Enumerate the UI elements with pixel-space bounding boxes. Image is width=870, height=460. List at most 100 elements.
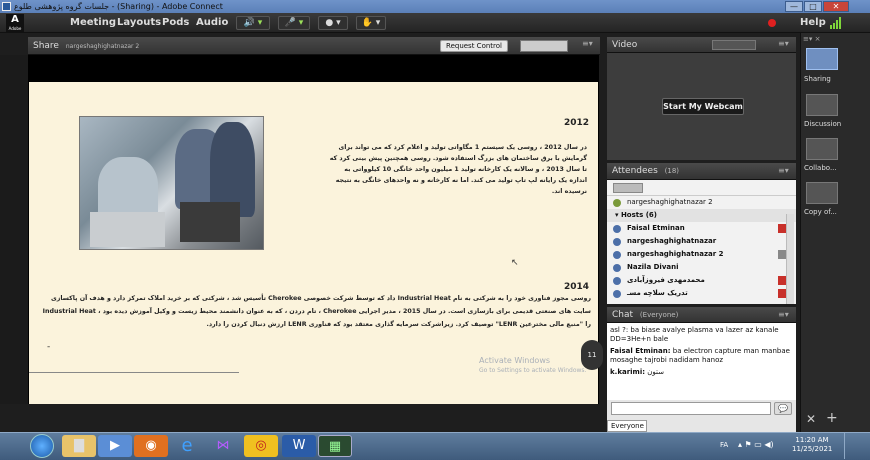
- system-tray-icons[interactable]: ▴ ⚑ ▭ ◀): [738, 440, 788, 449]
- watermark-line2: Go to Settings to activate Windows.: [479, 367, 587, 374]
- status-button[interactable]: ✋ ▾: [356, 16, 386, 30]
- microphone-button[interactable]: 🎤 ▾: [278, 16, 310, 30]
- chat-message: asl ?: ba biase avalye plasma va lazer a…: [610, 326, 793, 344]
- page-number-badge[interactable]: 11: [581, 340, 603, 370]
- rail-menu-icon[interactable]: ≡▾ ×: [803, 35, 865, 43]
- chrome-icon[interactable]: ◎: [244, 435, 278, 457]
- layout-sharing-label[interactable]: Sharing: [804, 75, 831, 83]
- speaker-button[interactable]: 🔊 ▾: [236, 16, 270, 30]
- share-view-controls[interactable]: [520, 40, 568, 52]
- user-icon: [613, 238, 621, 246]
- layout-collaboration-label[interactable]: Collabo...: [804, 164, 837, 172]
- layout-sharing-thumb[interactable]: [806, 48, 838, 70]
- record-indicator-icon[interactable]: [768, 19, 776, 27]
- layouts-rail: [800, 33, 870, 432]
- visual-studio-icon[interactable]: ⋈: [206, 435, 240, 457]
- attendees-pod-menu-icon[interactable]: ≡▾: [778, 166, 792, 176]
- chat-sender: Faisal Etminan:: [610, 347, 671, 355]
- slide-footer-rule: [29, 372, 239, 373]
- add-layout-icon[interactable]: +: [826, 410, 838, 426]
- attendee-name: nargeshaghighatnazar 2: [627, 250, 724, 258]
- attendee-row[interactable]: تدریک سلاحِه مسـ: [607, 287, 796, 300]
- maximize-button[interactable]: □: [804, 1, 822, 12]
- menu-layouts[interactable]: Layouts: [117, 13, 161, 33]
- speech-bubble-icon: 💬: [778, 404, 788, 413]
- attendee-row[interactable]: nargeshaghighatnazar: [607, 235, 796, 248]
- attendees-scrollbar[interactable]: [786, 214, 794, 304]
- close-button[interactable]: ✕: [823, 1, 849, 12]
- hosts-group-header[interactable]: ▾ Hosts (6): [607, 209, 796, 222]
- share-pod-menu-icon[interactable]: ≡▾: [582, 39, 596, 51]
- attendee-name: Faisal Etminan: [627, 224, 685, 232]
- microphone-icon: 🎤 ▾: [284, 18, 304, 28]
- chat-target-tab[interactable]: Everyone: [607, 420, 647, 432]
- adobe-logo-letter: A: [11, 14, 19, 25]
- start-button-icon[interactable]: [30, 434, 54, 458]
- mic-muted-icon: [778, 289, 786, 298]
- edge-browser-icon[interactable]: e: [170, 435, 204, 457]
- chat-pod-menu-icon[interactable]: ≡▾: [778, 310, 792, 320]
- active-speaker-name: nargeshaghighatnazar 2: [627, 198, 713, 206]
- attendee-name: nargeshaghighatnazar: [627, 237, 717, 245]
- chat-message: k.karimi: ستون: [610, 368, 793, 377]
- left-gutter: [0, 55, 28, 404]
- file-explorer-icon[interactable]: ▇: [62, 435, 96, 457]
- chat-message: Faisal Etminan: ba electron capture man …: [610, 347, 793, 365]
- chat-messages: asl ?: ba biase avalye plasma va lazer a…: [607, 323, 796, 400]
- attendees-view-toggle[interactable]: [613, 183, 643, 193]
- share-pod-title: Share: [33, 41, 59, 51]
- video-pod-header: Video: [607, 37, 796, 53]
- layout-collaboration-thumb[interactable]: [806, 138, 838, 160]
- mic-muted-icon: [778, 276, 786, 285]
- attendee-row[interactable]: محمدمهدی فیروزآبادی: [607, 274, 796, 287]
- user-icon: [613, 290, 621, 298]
- start-webcam-button[interactable]: Start My Webcam: [662, 98, 744, 115]
- video-pod-title: Video: [612, 40, 638, 50]
- attendee-name: تدریک سلاحِه مسـ: [627, 289, 688, 297]
- adobe-connect-taskbar-icon[interactable]: ▦: [318, 435, 352, 457]
- chat-input[interactable]: [611, 402, 771, 415]
- layout-copy-label[interactable]: Copy of...: [804, 208, 837, 216]
- adobe-logo-caption: Adobe: [8, 26, 22, 31]
- chat-send-button[interactable]: 💬: [774, 402, 792, 415]
- clock-date: 11/25/2021: [792, 445, 833, 453]
- show-desktop-button[interactable]: [844, 433, 868, 459]
- chat-text: asl ?: ba biase avalye plasma va lazer a…: [610, 326, 779, 343]
- menu-pods[interactable]: Pods: [162, 13, 189, 33]
- window-title-bar: جلسات گروه پژوهشی طلوع - (Sharing) - Ado…: [0, 0, 870, 13]
- attendee-row[interactable]: Nazila Divani: [607, 261, 796, 274]
- slide-paragraph-2014: روسی مجوز فناوری خود را به شرکتی به نام …: [42, 295, 591, 328]
- request-control-button[interactable]: Request Control: [440, 40, 508, 52]
- layout-copy-thumb[interactable]: [806, 182, 838, 204]
- layout-discussion-label[interactable]: Discussion: [804, 120, 841, 128]
- attendees-toolbar: [607, 180, 796, 196]
- chat-pod-header: Chat (Everyone): [607, 307, 796, 323]
- attendees-list: nargeshaghighatnazar 2 ▾ Hosts (6) Faisa…: [607, 180, 796, 304]
- attendees-pod-header: Attendees (18): [607, 163, 796, 180]
- media-player-icon[interactable]: ▶: [98, 435, 132, 457]
- menu-help[interactable]: Help: [800, 13, 826, 33]
- attendee-row[interactable]: Faisal Etminan: [607, 222, 796, 235]
- menu-meeting[interactable]: Meeting: [70, 13, 116, 33]
- menu-audio[interactable]: Audio: [196, 13, 228, 33]
- mic-muted-icon: [778, 224, 786, 233]
- attendee-row[interactable]: nargeshaghighatnazar 2: [607, 248, 796, 261]
- user-icon: [613, 277, 621, 285]
- minimize-button[interactable]: —: [785, 1, 803, 12]
- attendee-name: محمدمهدی فیروزآبادی: [627, 276, 705, 284]
- slide-heading-2012: 2012: [563, 118, 589, 128]
- video-view-controls[interactable]: [712, 40, 756, 50]
- slide-bullet: -: [47, 342, 51, 352]
- chat-text: ستون: [647, 368, 665, 376]
- settings-tools-icon[interactable]: ✕: [806, 412, 816, 426]
- video-pod-menu-icon[interactable]: ≡▾: [778, 39, 792, 49]
- input-language-indicator[interactable]: FA: [720, 441, 728, 449]
- attendees-count: (18): [664, 167, 680, 175]
- word-icon[interactable]: W: [282, 435, 316, 457]
- chat-sender: k.karimi:: [610, 368, 646, 376]
- layout-discussion-thumb[interactable]: [806, 94, 838, 116]
- firefox-icon[interactable]: ◉: [134, 435, 168, 457]
- taskbar-clock[interactable]: 11:20 AM 11/25/2021: [792, 436, 832, 454]
- webcam-button[interactable]: ● ▾: [318, 16, 348, 30]
- slide-photo: [79, 116, 264, 250]
